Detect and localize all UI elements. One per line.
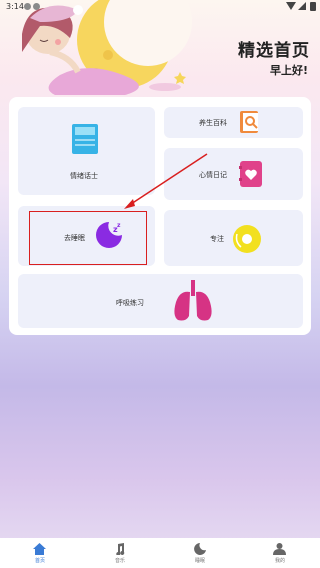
focus-disc-icon (233, 225, 261, 253)
person-icon (273, 543, 286, 555)
moon-icon (194, 543, 206, 555)
card-sleep-story[interactable]: 情绪话士 (18, 107, 155, 195)
card-label: 呼吸练习 (116, 299, 144, 307)
card-label: 养生百科 (199, 119, 227, 127)
card-label: 专注 (210, 235, 224, 243)
tab-music[interactable]: 音乐 (80, 538, 160, 568)
tab-sleep[interactable]: 睡眠 (160, 538, 240, 568)
sleeping-girl-moon-illustration (22, 0, 192, 95)
search-book-icon (240, 111, 258, 133)
battery-icon (310, 2, 316, 11)
tab-label: 我的 (274, 558, 285, 564)
card-focus[interactable]: 专注 (164, 210, 303, 266)
greeting-text: 早上好! (269, 64, 308, 77)
wifi-icon (286, 2, 296, 10)
page-title: 精选首页 (238, 41, 310, 61)
heart-diary-icon (239, 161, 262, 187)
tab-label: 首页 (34, 558, 45, 564)
signal-icon (298, 2, 306, 10)
highlight-box (29, 211, 147, 265)
book-icon (72, 124, 98, 154)
tab-home[interactable]: 首页 (0, 538, 80, 568)
music-icon (116, 543, 125, 555)
tab-profile[interactable]: 我的 (240, 538, 320, 568)
card-breathing[interactable]: 呼吸练习 (18, 274, 303, 328)
home-icon (33, 543, 46, 555)
tab-label: 睡眠 (194, 558, 205, 564)
card-health[interactable]: 养生百科 (164, 107, 303, 138)
card-mood-diary[interactable]: 心情日记 (164, 148, 303, 200)
card-label: 情绪话士 (70, 172, 98, 180)
tab-label: 音乐 (114, 558, 125, 564)
lungs-icon (174, 280, 212, 321)
bottom-tab-bar: 首页 音乐 睡眠 我的 (0, 538, 320, 568)
card-label: 心情日记 (199, 171, 227, 179)
